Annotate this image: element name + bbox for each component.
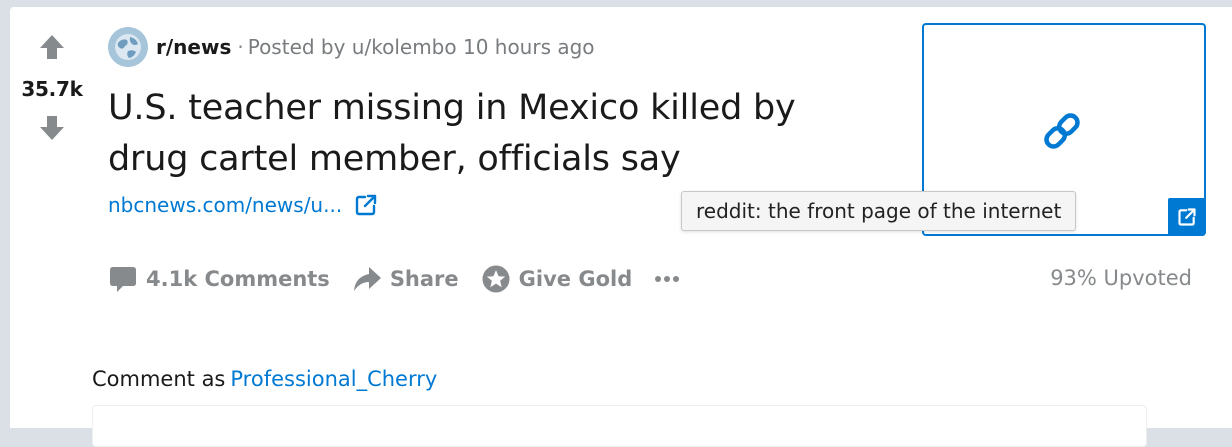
external-link-icon [355, 194, 377, 216]
link-chain-icon [1044, 113, 1080, 149]
post-meta: r/news · Posted by u/kolembo 10 hours ag… [108, 27, 595, 67]
link-text: nbcnews.com/news/u... [108, 193, 343, 217]
share-label: Share [389, 267, 459, 291]
comment-username[interactable]: Professional_Cherry [230, 367, 437, 391]
give-gold-button[interactable]: Give Gold [481, 264, 633, 294]
posted-by[interactable]: Posted by u/kolembo 10 hours ago [248, 35, 595, 59]
post-title[interactable]: U.S. teacher missing in Mexico killed by… [108, 83, 868, 185]
comments-button[interactable]: 4.1k Comments [108, 264, 330, 294]
more-options-button[interactable] [654, 264, 680, 294]
post-actions: 4.1k Comments Share Give Gold [108, 259, 680, 299]
post-card: 35.7k r/news · Posted by u/kolembo 10 ho… [10, 7, 1232, 447]
meta-separator: · [237, 35, 244, 59]
post-link[interactable]: nbcnews.com/news/u... [108, 193, 378, 217]
thumbnail-external-link-icon[interactable] [1168, 198, 1206, 236]
comment-as-label: Comment as [92, 367, 226, 391]
share-button[interactable]: Share [352, 264, 459, 294]
upvote-ratio: 93% Upvoted [1050, 266, 1192, 290]
give-gold-label: Give Gold [518, 267, 633, 291]
subreddit-name[interactable]: r/news [156, 35, 231, 59]
comment-editor[interactable] [92, 405, 1147, 447]
downvote-arrow-icon[interactable] [38, 114, 66, 142]
more-dots-icon [655, 276, 680, 282]
comment-bubble-icon [110, 267, 136, 292]
subreddit-globe-icon[interactable] [108, 27, 148, 67]
gold-star-icon [482, 265, 510, 293]
comment-as: Comment as Professional_Cherry [92, 367, 437, 391]
comments-label: 4.1k Comments [146, 267, 330, 291]
upvote-arrow-icon[interactable] [38, 33, 66, 61]
tooltip: reddit: the front page of the internet [681, 191, 1077, 231]
share-arrow-icon [353, 267, 381, 291]
vote-score: 35.7k [21, 77, 83, 101]
